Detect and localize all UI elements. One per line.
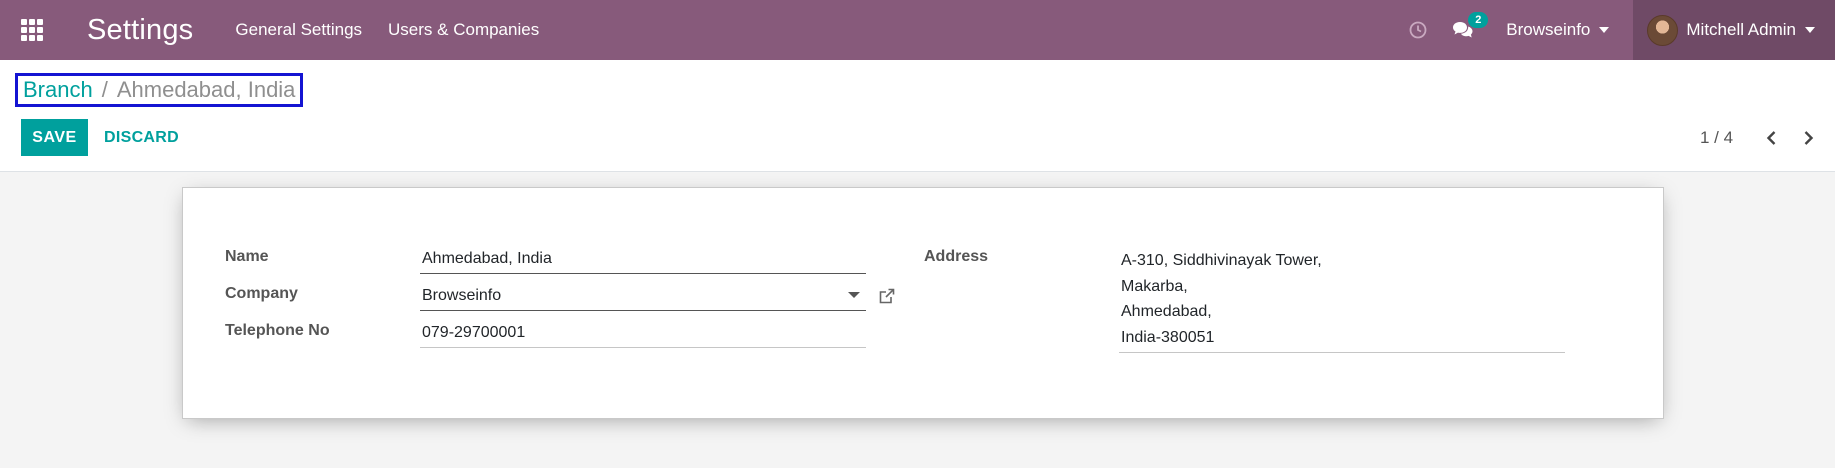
apps-menu-button[interactable] xyxy=(0,0,64,60)
company-select-value: Browseinfo xyxy=(422,287,502,304)
telephone-field-value: 079-29700001 xyxy=(422,324,526,341)
control-panel: Branch / Ahmedabad, India SAVE DISCARD 1… xyxy=(0,60,1835,172)
chat-count-badge: 2 xyxy=(1468,12,1489,28)
menu-general-settings[interactable]: General Settings xyxy=(235,20,362,40)
address-line: Ahmedabad, xyxy=(1121,303,1212,320)
breadcrumb-branch-link[interactable]: Branch xyxy=(23,77,93,103)
company-label: Company xyxy=(225,285,298,302)
company-select[interactable]: Browseinfo xyxy=(420,280,866,311)
breadcrumb-current: Ahmedabad, India xyxy=(116,77,296,102)
address-line: India-380051 xyxy=(1121,328,1215,346)
menu-users-companies[interactable]: Users & Companies xyxy=(388,20,539,40)
pager-value[interactable]: 1 / 4 xyxy=(1700,128,1733,148)
caret-down-icon xyxy=(1805,27,1815,33)
breadcrumb: Branch / Ahmedabad, India xyxy=(15,73,304,107)
external-link-icon[interactable] xyxy=(878,287,896,305)
top-navbar: Settings General Settings Users & Compan… xyxy=(0,0,1835,60)
user-name: Mitchell Admin xyxy=(1686,20,1796,39)
app-title: Settings xyxy=(87,13,194,46)
activity-clock-icon[interactable] xyxy=(1408,20,1428,40)
name-label: Name xyxy=(225,248,269,265)
navbar-systray: 2 Browseinfo Mitchell Admin xyxy=(1408,0,1835,60)
company-switcher[interactable]: Browseinfo xyxy=(1506,20,1610,40)
dropdown-arrow-icon[interactable] xyxy=(848,292,860,298)
avatar xyxy=(1647,14,1679,46)
address-label: Address xyxy=(924,248,989,265)
form-sheet: Name Ahmedabad, India Company Browseinfo… xyxy=(182,187,1664,419)
company-switcher-label: Browseinfo xyxy=(1506,20,1591,39)
name-field-value: Ahmedabad, India xyxy=(422,250,552,267)
breadcrumb-separator: / xyxy=(101,77,108,102)
chevron-right-icon[interactable] xyxy=(1800,130,1816,146)
telephone-label: Telephone No xyxy=(225,322,330,339)
name-field[interactable]: Ahmedabad, India xyxy=(420,244,866,274)
user-menu[interactable]: Mitchell Admin xyxy=(1633,0,1835,60)
telephone-field[interactable]: 079-29700001 xyxy=(420,317,866,348)
save-button[interactable]: SAVE xyxy=(21,119,88,156)
caret-down-icon xyxy=(1599,27,1610,33)
discard-button[interactable]: DISCARD xyxy=(104,119,179,156)
address-line: Makarba, xyxy=(1121,277,1188,295)
address-field[interactable]: A-310, Siddhivinayak Tower, Makarba, Ahm… xyxy=(1119,248,1565,353)
chevron-left-icon[interactable] xyxy=(1764,130,1780,146)
messaging-menu[interactable]: 2 xyxy=(1452,12,1489,39)
apps-grid-icon xyxy=(21,19,43,41)
address-line: A-310, Siddhivinayak Tower, xyxy=(1121,252,1322,269)
